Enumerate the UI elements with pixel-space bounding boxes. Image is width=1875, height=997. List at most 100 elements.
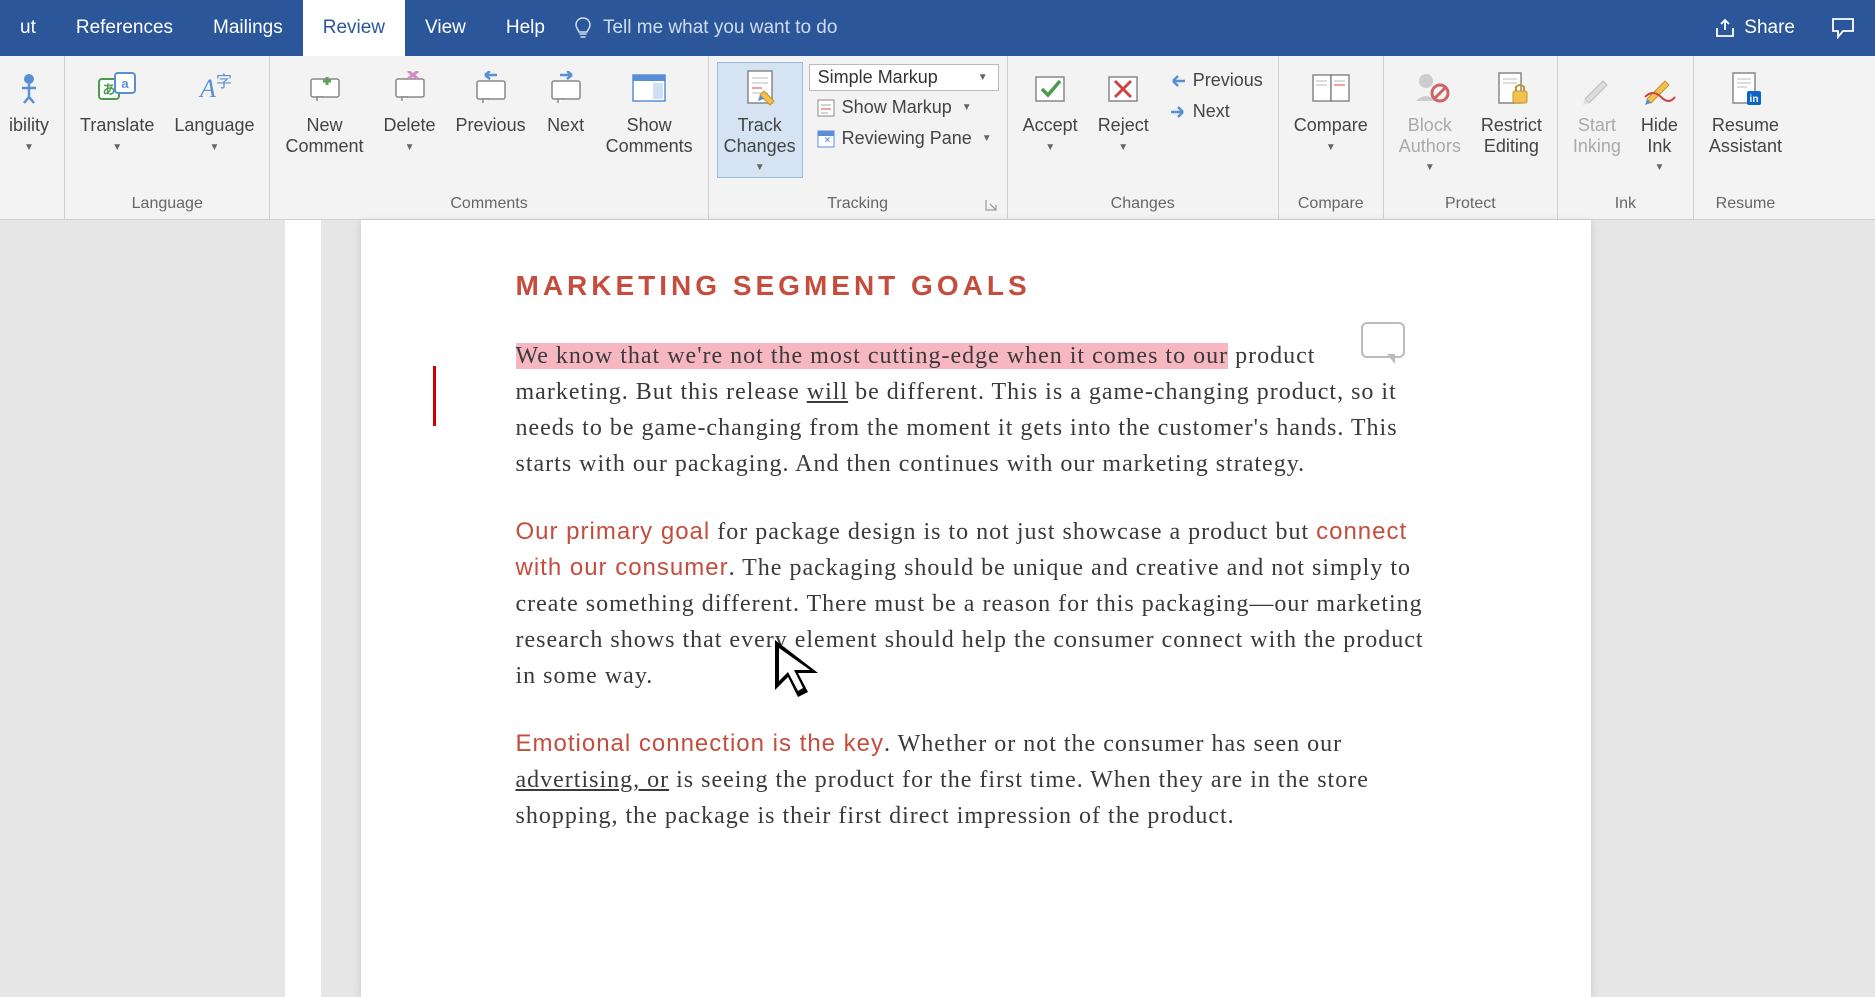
share-label: Share xyxy=(1744,17,1795,39)
tab-review[interactable]: Review xyxy=(303,0,405,56)
chevron-down-icon: ▼ xyxy=(1045,142,1055,153)
group-label: Changes xyxy=(1016,195,1270,217)
track-changes-icon xyxy=(740,67,780,111)
resume-assistant-icon: in xyxy=(1727,67,1763,111)
new-comment-button[interactable]: New Comment xyxy=(278,62,370,161)
previous-change-button[interactable]: Previous xyxy=(1162,66,1270,95)
document-viewport[interactable]: MARKETING SEGMENT GOALS We know that we'… xyxy=(0,220,1875,997)
btn-label: Accept xyxy=(1023,115,1078,136)
chevron-down-icon: ▼ xyxy=(1326,142,1336,153)
accent-text: Emotional connection is the key xyxy=(516,730,885,757)
restrict-editing-button[interactable]: Restrict Editing xyxy=(1474,62,1549,161)
group-protect: Block Authors ▼ Restrict Editing Protect xyxy=(1384,56,1558,219)
chevron-down-icon: ▼ xyxy=(1118,142,1128,153)
tab-view[interactable]: View xyxy=(405,0,486,56)
btn-label: Reject xyxy=(1098,115,1149,136)
translate-button[interactable]: あa Translate ▼ xyxy=(73,62,161,158)
hide-ink-button[interactable]: Hide Ink ▼ xyxy=(1634,62,1685,178)
btn-label: Resume Assistant xyxy=(1709,115,1782,156)
btn-label: Start Inking xyxy=(1573,115,1621,156)
document-page[interactable]: MARKETING SEGMENT GOALS We know that we'… xyxy=(361,220,1591,997)
btn-label: Compare xyxy=(1294,115,1368,136)
reviewing-pane-button[interactable]: Reviewing Pane ▼ xyxy=(809,124,999,153)
next-change-button[interactable]: Next xyxy=(1162,97,1270,126)
tab-label: ut xyxy=(20,17,36,39)
translate-icon: あa xyxy=(97,67,137,111)
btn-label: Block Authors xyxy=(1399,115,1461,156)
btn-label: Show Markup xyxy=(842,97,952,118)
btn-label: Previous xyxy=(1193,70,1263,91)
comment-marker[interactable] xyxy=(1361,322,1405,358)
group-comments: New Comment Delete ▼ Previous Next xyxy=(270,56,708,219)
tab-references[interactable]: References xyxy=(56,0,193,56)
reviewing-pane-icon xyxy=(816,129,836,149)
language-button[interactable]: A字 Language ▼ xyxy=(167,62,261,158)
share-button[interactable]: Share xyxy=(1698,0,1811,56)
group-changes: Accept ▼ Reject ▼ Previous Next xyxy=(1008,56,1279,219)
group-label: Protect xyxy=(1392,195,1549,217)
reject-button[interactable]: Reject ▼ xyxy=(1091,62,1156,158)
dialog-launcher-icon[interactable] xyxy=(985,199,997,211)
ribbon: ibility ▼ あa Translate ▼ A字 Language ▼ xyxy=(0,56,1875,220)
next-comment-button[interactable]: Next xyxy=(539,62,593,141)
accept-button[interactable]: Accept ▼ xyxy=(1016,62,1085,158)
tab-mailings[interactable]: Mailings xyxy=(193,0,303,56)
svg-text:a: a xyxy=(122,76,130,91)
tab-label: Mailings xyxy=(213,17,283,39)
tab-layout-partial[interactable]: ut xyxy=(0,0,56,56)
chevron-down-icon: ▼ xyxy=(405,142,415,153)
new-comment-icon xyxy=(305,67,345,111)
svg-text:あ: あ xyxy=(103,82,116,97)
group-language: あa Translate ▼ A字 Language ▼ Language xyxy=(65,56,270,219)
underlined-text: will xyxy=(807,379,848,405)
left-margin xyxy=(285,220,321,997)
resume-assistant-button[interactable]: in Resume Assistant xyxy=(1702,62,1789,161)
tell-me-search[interactable]: Tell me what you want to do xyxy=(573,0,837,56)
previous-change-icon xyxy=(1169,73,1187,89)
track-changes-button[interactable]: Track Changes ▼ xyxy=(717,62,803,178)
chevron-down-icon: ▼ xyxy=(962,102,972,113)
next-comment-icon xyxy=(546,67,586,111)
chevron-down-icon: ▼ xyxy=(24,142,34,153)
accept-icon xyxy=(1032,67,1068,111)
check-accessibility-button[interactable]: ibility ▼ xyxy=(2,62,56,158)
change-indicator-bar[interactable] xyxy=(433,366,436,426)
feedback-button[interactable] xyxy=(1811,0,1875,56)
chevron-down-icon: ▼ xyxy=(755,162,765,173)
btn-label: Next xyxy=(547,115,584,136)
accent-text: Our primary goal xyxy=(516,518,711,545)
compare-icon xyxy=(1311,67,1351,111)
share-icon xyxy=(1714,17,1736,39)
paragraph-1: We know that we're not the most cutting-… xyxy=(516,338,1436,482)
lightbulb-icon xyxy=(573,16,593,40)
svg-text:A: A xyxy=(198,74,216,103)
chevron-down-icon: ▼ xyxy=(982,133,992,144)
show-comments-button[interactable]: Show Comments xyxy=(599,62,700,161)
delete-comment-button[interactable]: Delete ▼ xyxy=(377,62,443,158)
group-accessibility-partial: ibility ▼ xyxy=(0,56,65,219)
markup-mode-select[interactable]: Simple Markup ▼ xyxy=(809,64,999,91)
group-label: Comments xyxy=(278,195,699,217)
show-markup-button[interactable]: Show Markup ▼ xyxy=(809,93,999,122)
chevron-down-icon: ▼ xyxy=(1425,162,1435,173)
group-label: Compare xyxy=(1287,195,1375,217)
btn-label: Hide Ink xyxy=(1641,115,1678,156)
reject-icon xyxy=(1105,67,1141,111)
show-comments-icon xyxy=(629,67,669,111)
svg-text:字: 字 xyxy=(216,73,232,91)
group-ink: Start Inking Hide Ink ▼ Ink xyxy=(1558,56,1694,219)
svg-text:in: in xyxy=(1750,94,1759,105)
group-label: Resume xyxy=(1702,195,1789,217)
group-label: Tracking xyxy=(717,195,999,217)
compare-button[interactable]: Compare ▼ xyxy=(1287,62,1375,158)
tab-help[interactable]: Help xyxy=(486,0,565,56)
btn-label: New Comment xyxy=(285,115,363,156)
accessibility-icon xyxy=(14,67,44,111)
comment-icon xyxy=(1831,17,1855,39)
page-title: MARKETING SEGMENT GOALS xyxy=(516,270,1436,302)
btn-label: Restrict Editing xyxy=(1481,115,1542,156)
group-compare: Compare ▼ Compare xyxy=(1279,56,1384,219)
next-change-icon xyxy=(1169,104,1187,120)
previous-comment-button[interactable]: Previous xyxy=(449,62,533,141)
btn-label: Language xyxy=(174,115,254,136)
